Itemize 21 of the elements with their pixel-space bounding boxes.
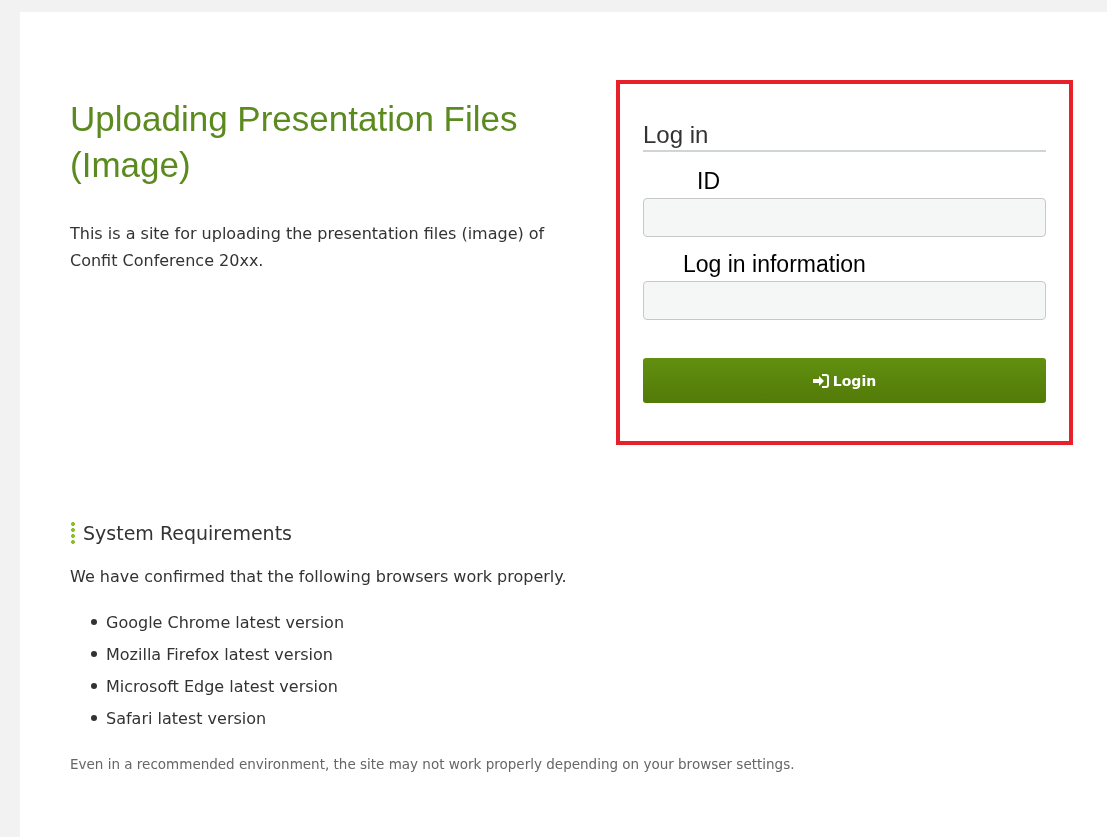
field-label: Log in information: [682, 250, 867, 279]
intro-text: This is a site for uploading the presentation files (image) of Confit Conference 20xx.: [70, 223, 546, 272]
input-field[interactable]: [643, 281, 1046, 320]
bullet-icon: [91, 619, 97, 625]
section-heading: System Requirements: [83, 522, 292, 544]
login-heading: Log in: [643, 120, 1046, 152]
field-label: ID: [696, 167, 721, 196]
input-field[interactable]: [643, 198, 1046, 237]
bullet-icon: [91, 715, 97, 721]
login-button[interactable]: Login: [643, 358, 1046, 403]
list-item: Microsoft Edge latest version: [106, 676, 338, 696]
requirements-text: We have confirmed that the following browsers work properly.: [70, 567, 568, 586]
note-text: Even in a recommended environment, the site may not work properly depending on your browser settings.: [70, 756, 796, 772]
page-title: Uploading Presentation Files (Image): [70, 98, 519, 186]
list-item: Mozilla Firefox latest version: [106, 644, 333, 664]
dotted-bar-icon: [71, 521, 75, 545]
bullet-icon: [91, 651, 97, 657]
bullet-icon: [91, 683, 97, 689]
sign-in-icon: [812, 373, 829, 388]
list-item: Safari latest version: [106, 708, 267, 728]
list-item: Google Chrome latest version: [106, 612, 344, 632]
